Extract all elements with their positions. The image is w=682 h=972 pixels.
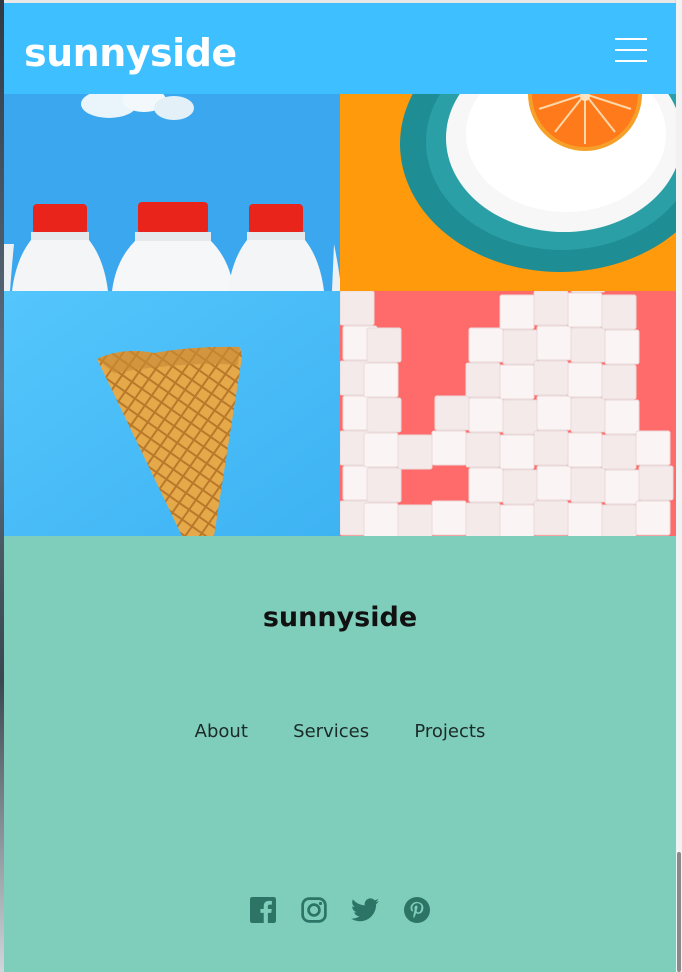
sugar-cubes-image (340, 291, 676, 536)
twitter-icon[interactable] (351, 898, 380, 922)
footer-nav: About Services Projects (4, 721, 676, 743)
scrollbar-thumb[interactable] (677, 852, 681, 972)
social-links (4, 897, 676, 923)
instagram-icon[interactable] (301, 897, 327, 923)
pinterest-icon[interactable] (403, 897, 430, 923)
site-header: sunnyside (4, 3, 676, 94)
waffle-cone-image (4, 291, 340, 536)
footer-logo[interactable]: sunnyside (4, 602, 676, 633)
footer-link-services[interactable]: Services (293, 721, 369, 742)
site-footer: sunnyside About Services Projects (4, 536, 676, 972)
header-logo[interactable]: sunnyside (24, 31, 237, 75)
orange-plate-image (340, 94, 676, 291)
hamburger-menu-icon[interactable] (615, 38, 647, 62)
facebook-icon[interactable] (250, 897, 277, 923)
footer-link-about[interactable]: About (195, 721, 248, 742)
scrollbar-track[interactable] (675, 0, 682, 972)
page: sunnyside sunnyside About Services Proje… (4, 3, 676, 972)
footer-link-projects[interactable]: Projects (414, 721, 485, 742)
milk-bottles-image (4, 94, 340, 291)
